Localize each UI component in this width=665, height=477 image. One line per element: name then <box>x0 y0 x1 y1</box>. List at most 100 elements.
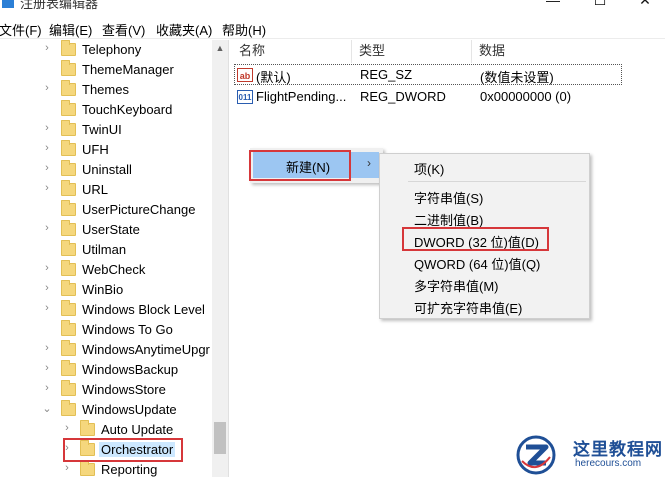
tree-item[interactable]: › Auto Update <box>0 420 212 440</box>
dword-highlight-box <box>402 227 549 251</box>
column-header-data[interactable]: 数据 <box>472 40 665 63</box>
submenu-item-multi-string-value[interactable]: 多字符串值(M) <box>414 276 499 295</box>
folder-icon <box>61 380 76 396</box>
submenu-arrow-icon: › <box>367 156 371 170</box>
close-button[interactable]: ✕ <box>622 0 665 14</box>
tree-item[interactable]: UserPictureChange <box>0 200 212 220</box>
submenu-item-key[interactable]: 项(K) <box>414 159 444 178</box>
tree-item-label: Telephony <box>82 42 142 57</box>
value-row-flightpending[interactable]: 011 FlightPending... REG_DWORD 0x0000000… <box>232 86 665 108</box>
minimize-button[interactable]: — <box>530 0 576 14</box>
registry-key-tree[interactable]: › Telephony ThemeManager › Themes TouchKey… <box>0 40 228 477</box>
tree-item[interactable]: ThemeManager <box>0 60 212 80</box>
scrollbar-thumb[interactable] <box>214 422 226 454</box>
value-type: REG_DWORD <box>360 89 446 104</box>
tree-item[interactable]: › Windows Block Level <box>0 300 212 320</box>
tree-item[interactable]: TouchKeyboard <box>0 100 212 120</box>
menu-view[interactable]: 查看(V) <box>102 20 145 39</box>
folder-icon <box>61 340 76 356</box>
tree-item[interactable]: › URL <box>0 180 212 200</box>
chevron-right-icon[interactable]: › <box>42 222 52 234</box>
column-header-type[interactable]: 类型 <box>352 40 472 63</box>
chevron-right-icon[interactable]: › <box>42 262 52 274</box>
tree-item[interactable]: › Uninstall <box>0 160 212 180</box>
menu-favorites[interactable]: 收藏夹(A) <box>156 20 212 39</box>
column-header-name[interactable]: 名称 <box>232 40 352 63</box>
tree-item-windowsupdate[interactable]: ⌄ WindowsUpdate <box>0 400 212 420</box>
tree-item[interactable]: Windows To Go <box>0 320 212 340</box>
chevron-right-icon[interactable]: › <box>42 42 52 54</box>
menu-help[interactable]: 帮助(H) <box>222 20 266 39</box>
folder-icon <box>80 420 95 436</box>
window-title: 注册表编辑器 <box>20 0 99 11</box>
new-menu-highlight-box <box>249 150 351 181</box>
menu-bar: 文件(F) 编辑(E) 查看(V) 收藏夹(A) 帮助(H) <box>0 17 665 39</box>
tree-item-label: URL <box>82 182 109 197</box>
tree-item-label: Windows Block Level <box>82 302 205 317</box>
tree-item-label: ThemeManager <box>82 62 174 77</box>
tree-item[interactable]: Utilman <box>0 240 212 260</box>
tree-item[interactable]: › WinBio <box>0 280 212 300</box>
chevron-right-icon[interactable]: › <box>62 422 72 434</box>
tree-item-label: Reporting <box>101 462 158 477</box>
chevron-right-icon[interactable]: › <box>42 302 52 314</box>
tree-item-label: WindowsStore <box>82 382 166 397</box>
folder-icon <box>61 220 76 236</box>
watermark-logo-icon <box>516 435 556 475</box>
folder-icon <box>61 60 76 76</box>
tree-item-label: UFH <box>82 142 109 157</box>
tree-item-label: TwinUI <box>82 122 122 137</box>
folder-icon <box>61 300 76 316</box>
folder-icon <box>61 80 76 96</box>
folder-icon <box>61 140 76 156</box>
submenu-item-qword-value[interactable]: QWORD (64 位)值(Q) <box>414 254 540 273</box>
tree-item[interactable]: › Reporting <box>0 460 212 477</box>
submenu-item-expandable-string-value[interactable]: 可扩充字符串值(E) <box>414 298 522 317</box>
maximize-button[interactable]: ☐ <box>577 0 623 14</box>
folder-icon <box>61 180 76 196</box>
chevron-right-icon[interactable]: › <box>42 162 52 174</box>
tree-item[interactable]: › WebCheck <box>0 260 212 280</box>
chevron-right-icon[interactable]: › <box>62 462 72 474</box>
tree-item[interactable]: › WindowsBackup <box>0 360 212 380</box>
tree-item[interactable]: › Telephony <box>0 40 212 60</box>
value-row-default[interactable]: ab (默认) REG_SZ (数值未设置) <box>232 64 665 86</box>
folder-icon <box>61 400 76 416</box>
folder-icon <box>61 280 76 296</box>
tree-item-label: WebCheck <box>82 262 146 277</box>
tree-scrollbar[interactable]: ▲ <box>212 40 228 477</box>
chevron-down-icon[interactable]: ⌄ <box>42 402 52 415</box>
menu-file[interactable]: 文件(F) <box>0 20 42 39</box>
value-data: (数值未设置) <box>480 70 554 85</box>
chevron-right-icon[interactable]: › <box>42 182 52 194</box>
tree-item-label: Auto Update <box>101 422 174 437</box>
tree-item-label: Uninstall <box>82 162 132 177</box>
chevron-right-icon[interactable]: › <box>42 362 52 374</box>
folder-icon <box>61 260 76 276</box>
tree-item-label: WindowsBackup <box>82 362 179 377</box>
chevron-right-icon[interactable]: › <box>42 122 52 134</box>
folder-icon <box>61 240 76 256</box>
orchestrator-highlight-box <box>63 438 183 462</box>
tree-item[interactable]: › UserState <box>0 220 212 240</box>
folder-icon <box>61 160 76 176</box>
value-name: (默认) <box>256 70 291 85</box>
tree-item[interactable]: › UFH <box>0 140 212 160</box>
menu-edit[interactable]: 编辑(E) <box>49 20 92 39</box>
chevron-right-icon[interactable]: › <box>42 142 52 154</box>
tree-item[interactable]: › Themes <box>0 80 212 100</box>
tree-item-label: WindowsAnytimeUpgr <box>82 342 210 357</box>
chevron-right-icon[interactable]: › <box>42 282 52 294</box>
tree-item[interactable]: › WindowsAnytimeUpgr <box>0 340 212 360</box>
chevron-right-icon[interactable]: › <box>42 342 52 354</box>
chevron-right-icon[interactable]: › <box>42 82 52 94</box>
submenu-item-string-value[interactable]: 字符串值(S) <box>414 188 483 207</box>
folder-icon <box>61 200 76 216</box>
scroll-up-icon[interactable]: ▲ <box>212 40 228 56</box>
tree-item[interactable]: › TwinUI <box>0 120 212 140</box>
tree-item[interactable]: › WindowsStore <box>0 380 212 400</box>
tree-item-label: TouchKeyboard <box>82 102 173 117</box>
watermark: 这里教程网 herecours.com <box>513 432 665 477</box>
chevron-right-icon[interactable]: › <box>42 382 52 394</box>
folder-icon <box>61 120 76 136</box>
